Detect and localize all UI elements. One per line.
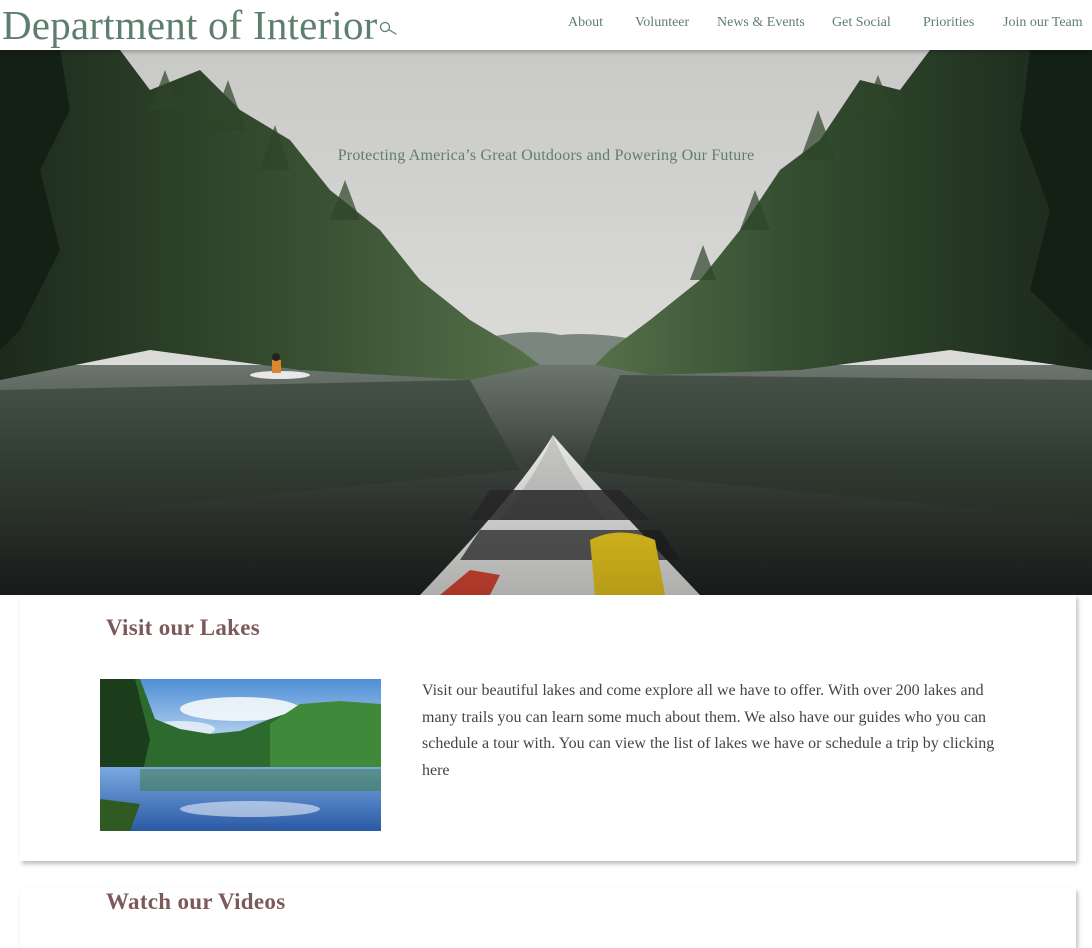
nav-priorities[interactable]: Priorities [923,14,974,32]
site-header: Department of Interior About Volunteer N… [0,0,1092,50]
hero-image [0,50,1092,595]
hero-tagline: Protecting America’s Great Outdoors and … [337,147,755,164]
nav-volunteer[interactable]: Volunteer [635,14,689,32]
videos-section: Watch our Videos [20,888,1076,948]
hero-banner: Protecting America’s Great Outdoors and … [0,50,1092,595]
videos-heading: Watch our Videos [106,889,286,914]
nav-news-events[interactable]: News & Events [717,14,805,32]
lake-image [100,679,381,831]
lakes-body-text: Visit our beautiful lakes and come explo… [422,682,995,752]
lakes-section: Visit our Lakes Visit our beautiful lake… [20,595,1076,861]
site-title[interactable]: Department of Interior [2,2,378,48]
lakes-here-link[interactable]: here [422,762,450,779]
search-icon[interactable] [379,21,399,37]
nav-join-our-team[interactable]: Join our Team [1003,14,1083,32]
nav-about[interactable]: About [568,14,603,32]
lakes-heading: Visit our Lakes [106,615,261,640]
lakes-description: Visit our beautiful lakes and come explo… [422,678,1022,784]
nav-get-social[interactable]: Get Social [832,14,891,32]
